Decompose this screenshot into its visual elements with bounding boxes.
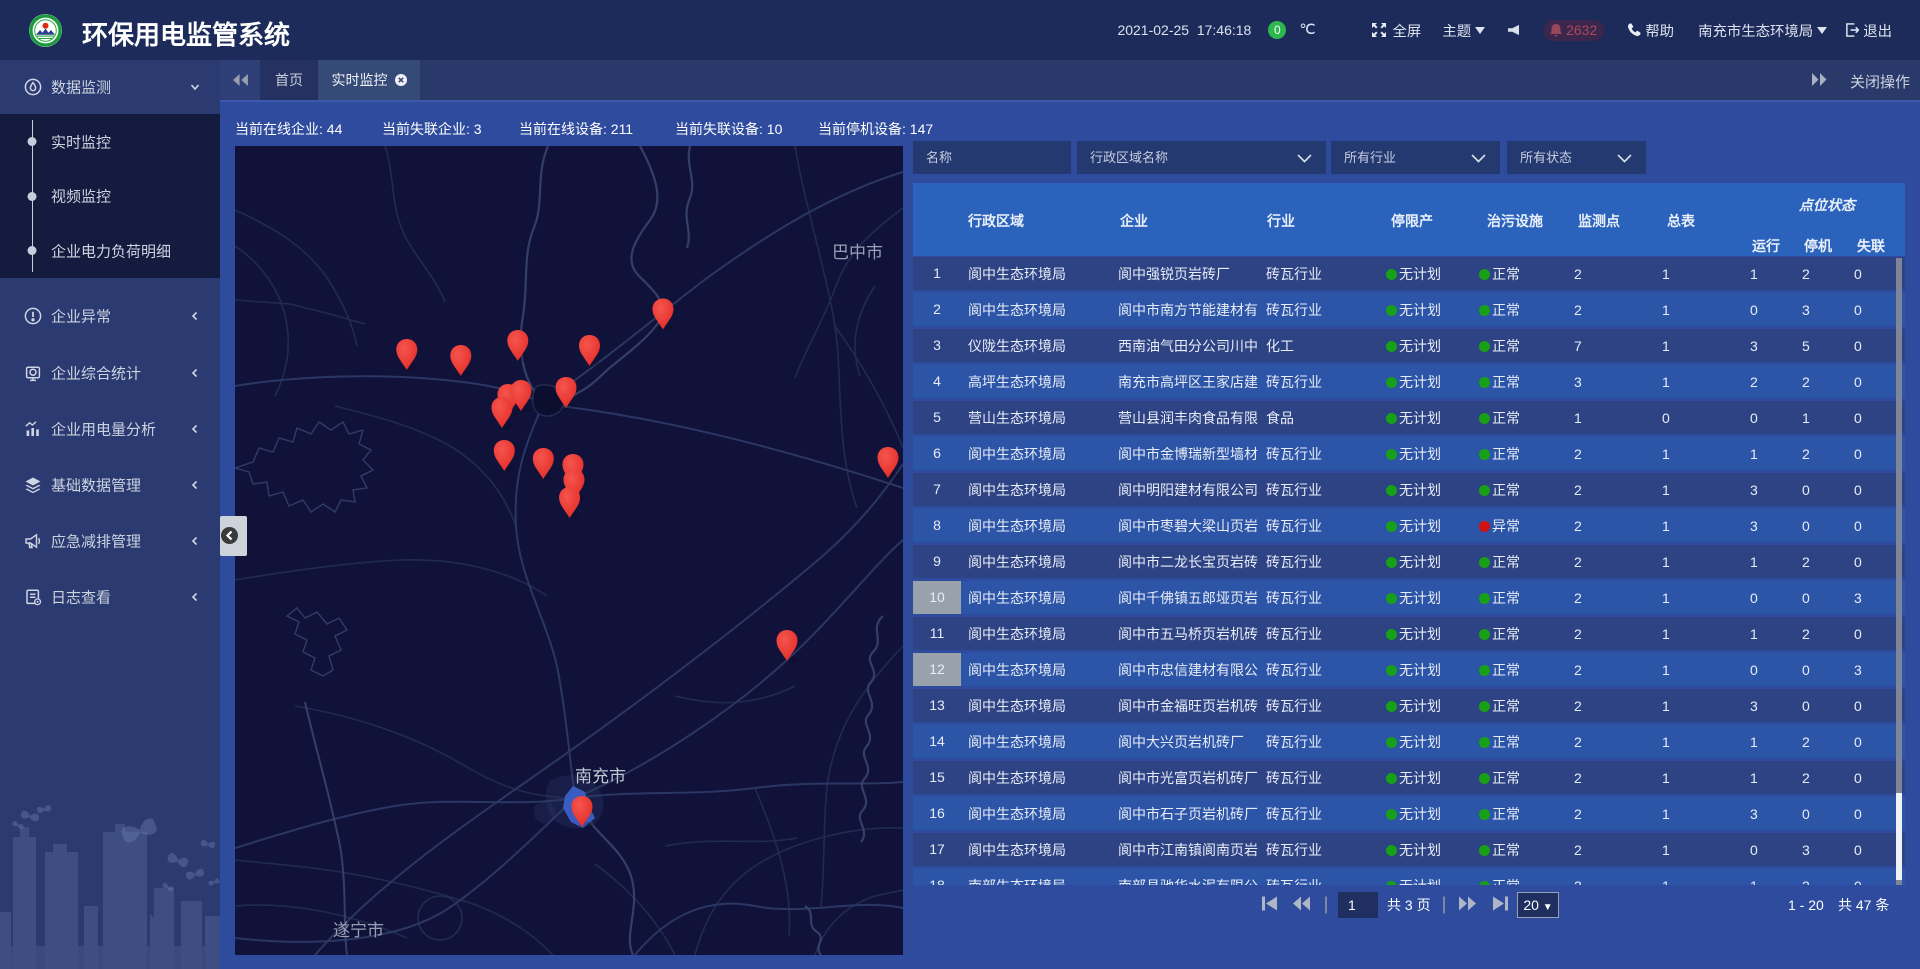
svg-text:南充市: 南充市 (575, 767, 626, 786)
svg-text:遂宁市: 遂宁市 (333, 921, 384, 940)
svg-text:巴中市: 巴中市 (832, 243, 883, 262)
